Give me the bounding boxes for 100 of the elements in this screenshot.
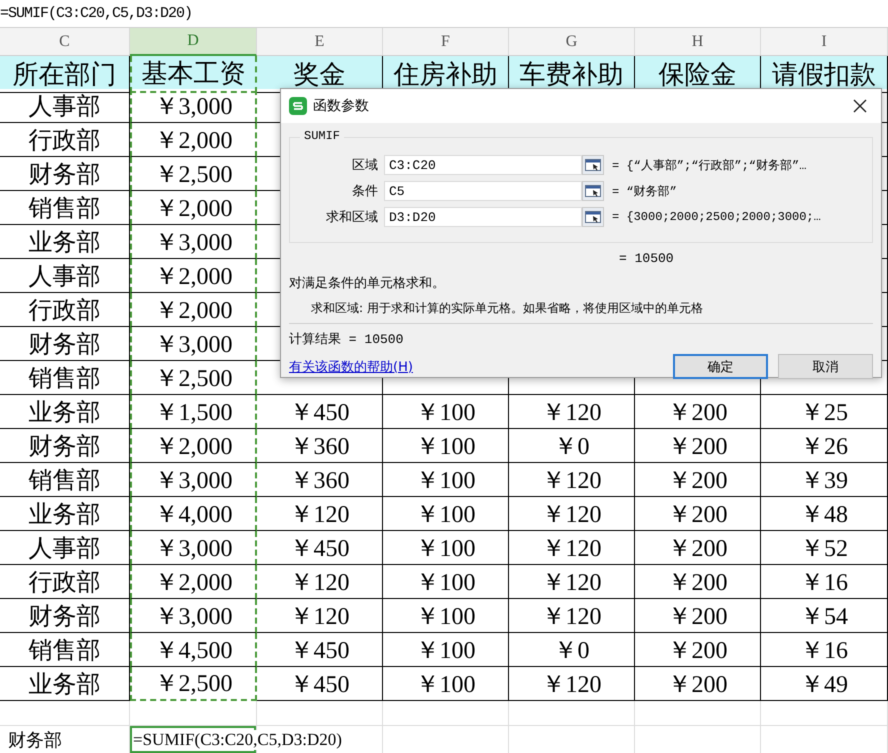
table-cell: ￥2,500 bbox=[130, 157, 257, 191]
table-cell: ￥2,500 bbox=[130, 361, 257, 395]
table-cell: 行政部 bbox=[0, 565, 130, 599]
argument-description: 求和区域: 用于求和计算的实际单元格。如果省略，将使用区域中的单元格 bbox=[311, 300, 704, 317]
formula-bar[interactable]: =SUMIF(C3:C20,C5,D3:D20) bbox=[0, 5, 192, 22]
header-cell: 所在部门 bbox=[0, 56, 130, 93]
argument-label: 区域 bbox=[351, 157, 379, 174]
input-field[interactable]: C5 bbox=[384, 181, 582, 201]
table-cell: ￥1,500 bbox=[130, 395, 257, 429]
table-cell: ￥100 bbox=[383, 429, 509, 463]
table-cell: ￥120 bbox=[509, 565, 635, 599]
table-cell: 财务部 bbox=[0, 157, 130, 191]
table-cell: ￥4,000 bbox=[130, 497, 257, 531]
table-cell: ￥450 bbox=[257, 667, 383, 701]
table-cell: ￥39 bbox=[761, 463, 888, 497]
table-cell: 行政部 bbox=[0, 123, 130, 157]
table-cell: ￥100 bbox=[383, 633, 509, 667]
table-cell: 业务部 bbox=[0, 225, 130, 259]
table-cell: 销售部 bbox=[0, 191, 130, 225]
table-cell: ￥450 bbox=[257, 395, 383, 429]
table-cell: ￥120 bbox=[509, 599, 635, 633]
table-cell: ￥200 bbox=[635, 531, 761, 565]
table-cell: 销售部 bbox=[0, 361, 130, 395]
table-cell: ￥200 bbox=[635, 395, 761, 429]
table-cell: ￥120 bbox=[257, 565, 383, 599]
range-select-button[interactable] bbox=[582, 181, 604, 201]
table-cell: ￥3,000 bbox=[130, 225, 257, 259]
argument-value: = “财务部” bbox=[612, 184, 677, 200]
table-cell: ￥2,000 bbox=[130, 429, 257, 463]
table-cell: 业务部 bbox=[0, 667, 130, 701]
table-cell: ￥25 bbox=[761, 395, 888, 429]
table-cell: 财务部 bbox=[0, 327, 130, 361]
table-cell: ￥100 bbox=[383, 531, 509, 565]
table-cell: ￥4,500 bbox=[130, 633, 257, 667]
range-select-button[interactable] bbox=[582, 155, 604, 175]
table-cell: 业务部 bbox=[0, 395, 130, 429]
table-cell: ￥54 bbox=[761, 599, 888, 633]
table-cell: 销售部 bbox=[0, 463, 130, 497]
table-cell: ￥200 bbox=[635, 429, 761, 463]
table-cell: 财务部 bbox=[0, 726, 130, 753]
table-cell: ￥100 bbox=[383, 599, 509, 633]
table-cell: ￥2,000 bbox=[130, 259, 257, 293]
table-cell: ￥100 bbox=[383, 395, 509, 429]
table-cell: ￥360 bbox=[257, 429, 383, 463]
table-cell: 财务部 bbox=[0, 599, 130, 633]
dialog-title: 函数参数 bbox=[313, 97, 370, 115]
table-cell: ￥200 bbox=[635, 667, 761, 701]
table-cell: 行政部 bbox=[0, 293, 130, 327]
argument-label: 条件 bbox=[351, 183, 379, 200]
range-select-button[interactable] bbox=[582, 207, 604, 227]
table-cell: ￥450 bbox=[257, 531, 383, 565]
table-cell: ￥100 bbox=[383, 463, 509, 497]
table-cell: ￥3,000 bbox=[130, 327, 257, 361]
table-cell: ￥49 bbox=[761, 667, 888, 701]
table-cell: 人事部 bbox=[0, 531, 130, 565]
table-cell: ￥450 bbox=[257, 633, 383, 667]
close-icon[interactable] bbox=[853, 99, 867, 113]
table-cell: ￥2,000 bbox=[130, 123, 257, 157]
table-cell: ￥0 bbox=[509, 429, 635, 463]
table-cell: 销售部 bbox=[0, 633, 130, 667]
formula-result: = 10500 bbox=[619, 251, 675, 266]
app-icon bbox=[289, 97, 307, 115]
table-cell: ￥16 bbox=[761, 633, 888, 667]
table-cell: ￥360 bbox=[257, 463, 383, 497]
column-header[interactable]: D bbox=[130, 28, 257, 56]
table-cell: ￥16 bbox=[761, 565, 888, 599]
table-cell: 人事部 bbox=[0, 89, 130, 123]
table-cell: 人事部 bbox=[0, 259, 130, 293]
table-cell: ￥120 bbox=[257, 599, 383, 633]
ok-button[interactable]: 确定 bbox=[673, 354, 768, 379]
argument-value: = {“人事部”;“行政部”;“财务部”… bbox=[612, 158, 806, 174]
input-field[interactable]: D3:D20 bbox=[384, 207, 582, 227]
calculation-result: 计算结果 = 10500 bbox=[289, 331, 404, 348]
table-cell: ￥2,500 bbox=[130, 667, 257, 701]
header-cell: 基本工资 bbox=[130, 56, 257, 93]
input-field[interactable]: C3:C20 bbox=[384, 155, 582, 175]
table-cell: ￥26 bbox=[761, 429, 888, 463]
table-cell: ￥100 bbox=[383, 497, 509, 531]
table-cell: ￥100 bbox=[383, 565, 509, 599]
cancel-button[interactable]: 取消 bbox=[778, 354, 873, 379]
table-cell: ￥48 bbox=[761, 497, 888, 531]
table-cell: ￥120 bbox=[509, 463, 635, 497]
formula-text[interactable]: =SUMIF(C3:C20,C5,D3:D20) bbox=[133, 730, 342, 750]
function-description: 对满足条件的单元格求和。 bbox=[289, 275, 446, 292]
table-cell: ￥2,000 bbox=[130, 565, 257, 599]
table-cell: ￥0 bbox=[509, 633, 635, 667]
table-cell: 业务部 bbox=[0, 497, 130, 531]
help-link[interactable]: 有关该函数的帮助(H) bbox=[289, 358, 413, 376]
table-cell: ￥3,000 bbox=[130, 463, 257, 497]
table-cell: ￥200 bbox=[635, 497, 761, 531]
table-cell: ￥120 bbox=[509, 667, 635, 701]
table-cell: ￥120 bbox=[257, 497, 383, 531]
table-cell: ￥52 bbox=[761, 531, 888, 565]
table-cell: ￥200 bbox=[635, 599, 761, 633]
table-cell: ￥120 bbox=[509, 395, 635, 429]
table-cell: ￥2,000 bbox=[130, 293, 257, 327]
table-cell: ￥2,000 bbox=[130, 191, 257, 225]
argument-value: = {3000;2000;2500;2000;3000;… bbox=[612, 210, 821, 224]
table-cell: ￥200 bbox=[635, 565, 761, 599]
table-cell: ￥3,000 bbox=[130, 599, 257, 633]
